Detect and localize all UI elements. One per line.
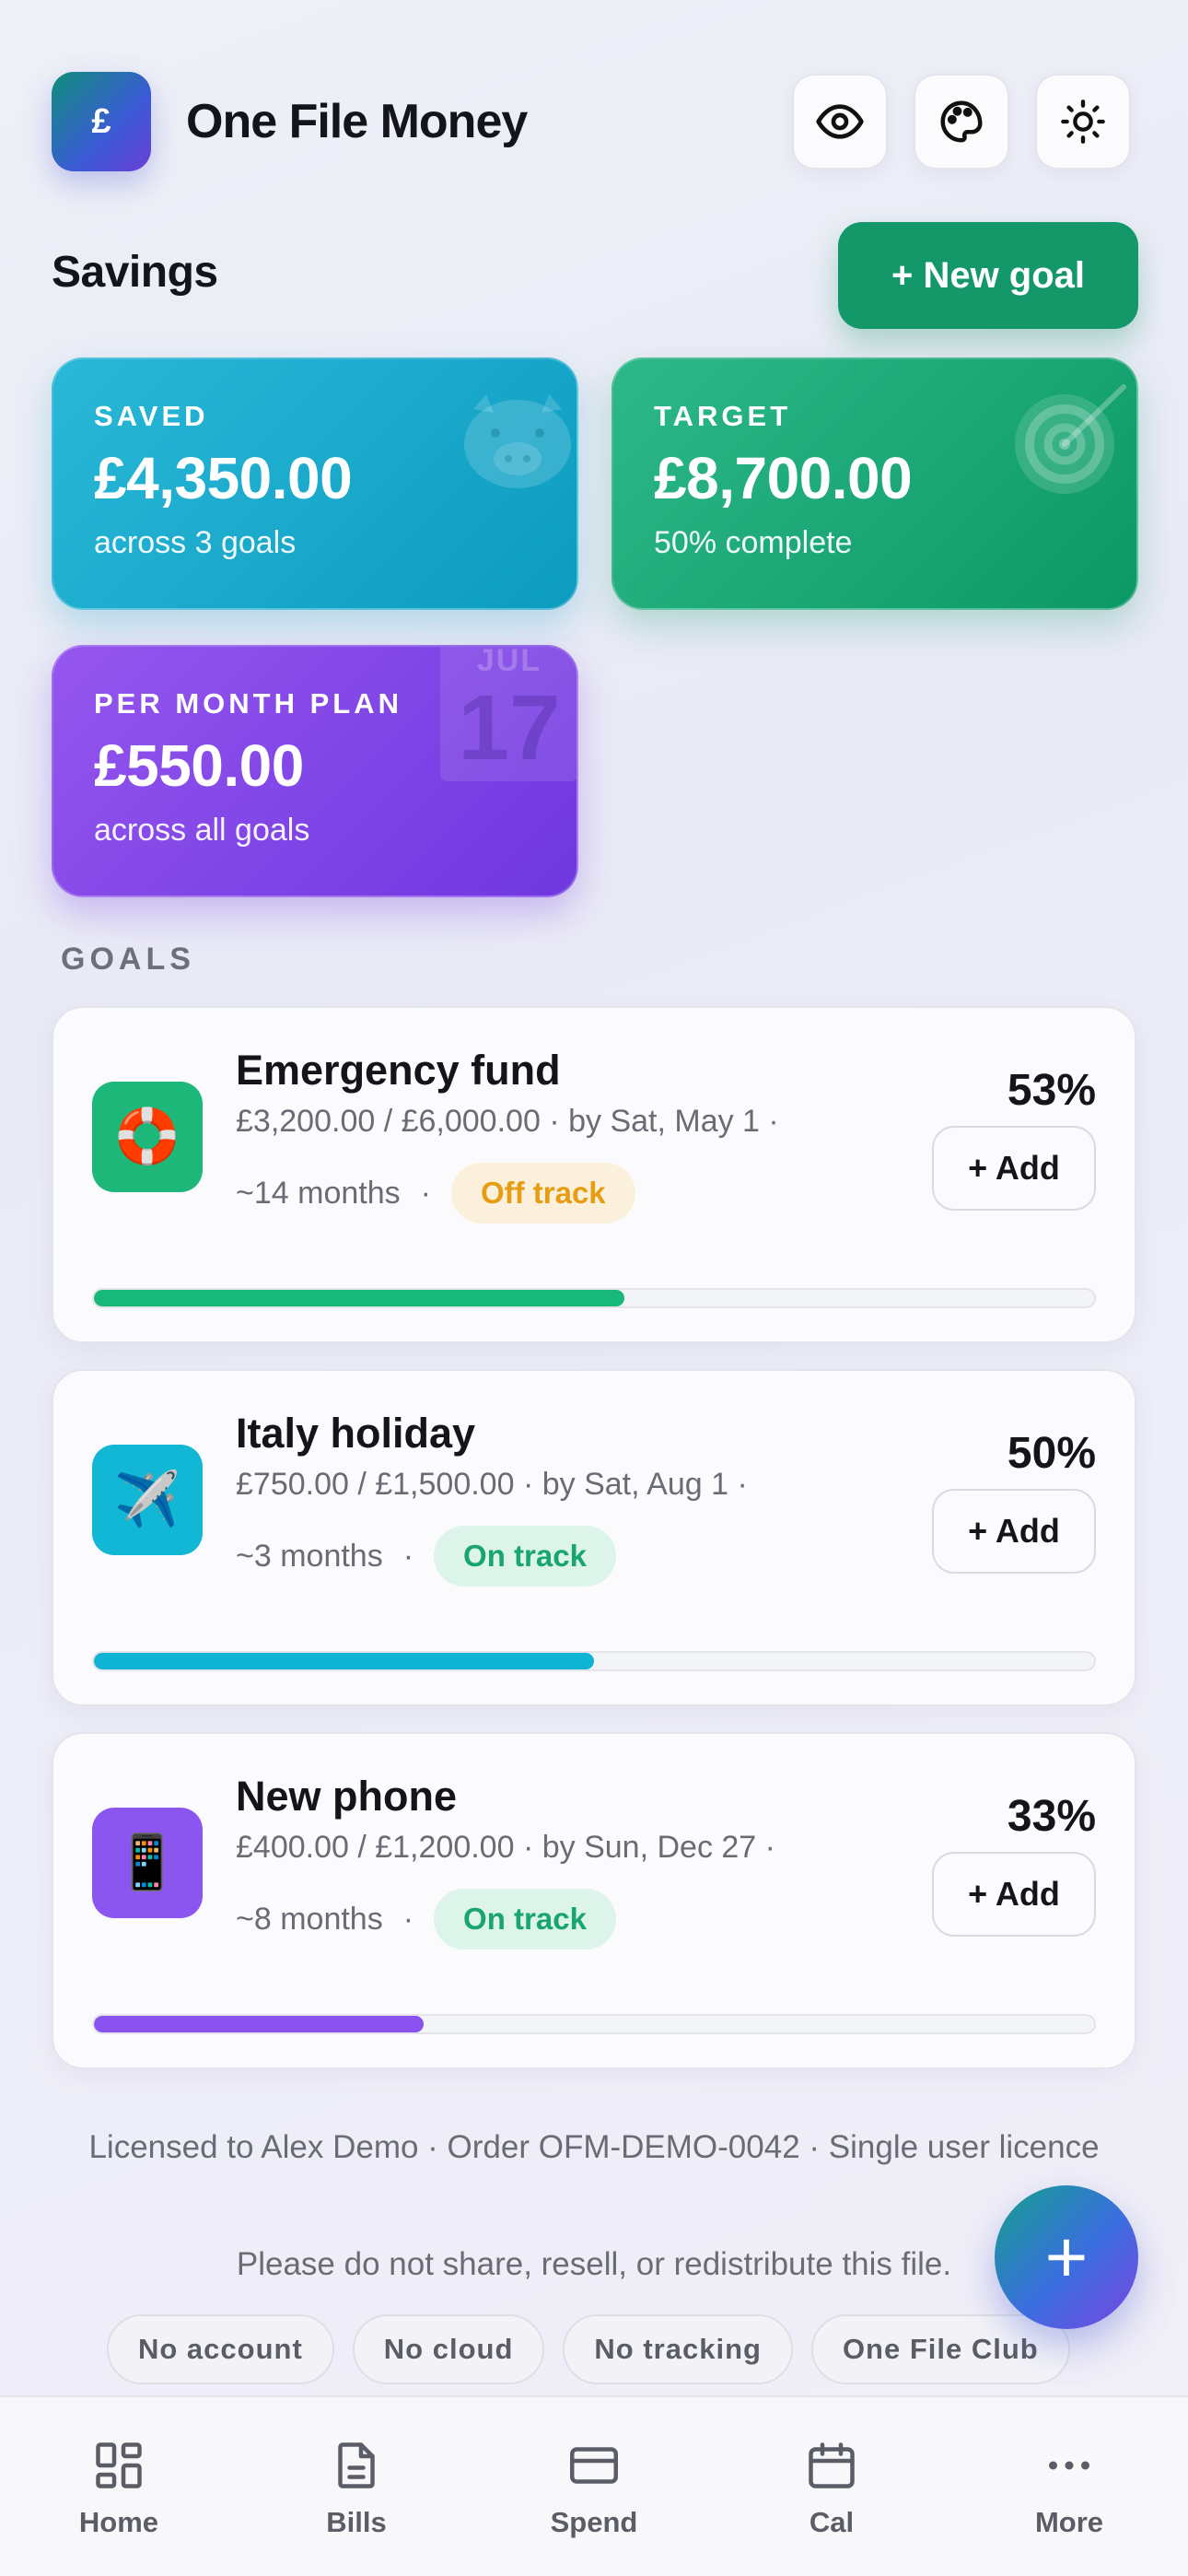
goal-progress-bar [92, 1288, 1096, 1308]
goal-percent: 50% [1007, 1429, 1096, 1478]
goal-duration: ~8 months [236, 1901, 383, 1937]
target-icon [1015, 384, 1126, 494]
goal-meta: £3,200.00 / £6,000.00 · by Sat, May 1 · [236, 1104, 779, 1140]
goal-progress-bar [92, 1651, 1096, 1671]
privacy-toggle-button[interactable] [792, 74, 888, 170]
separator: · [402, 1538, 414, 1574]
airplane-icon: ✈️ [92, 1445, 203, 1555]
nav-label: Cal [809, 2506, 855, 2538]
redistribution-warning: Please do not share, resell, or redistri… [236, 2246, 952, 2282]
goal-duration: ~3 months [236, 1538, 383, 1574]
goal-card[interactable]: ✈️ Italy holiday £750.00 / £1,500.00 · b… [52, 1369, 1136, 1706]
goal-amounts: £400.00 / £1,200.00 [236, 1830, 515, 1865]
separator: · [522, 1830, 542, 1865]
goal-percent: 53% [1007, 1066, 1096, 1115]
add-to-goal-button[interactable]: + Add [932, 1489, 1096, 1574]
goal-name: Italy holiday [236, 1410, 476, 1457]
goal-meta-line2: ~3 months · On track [236, 1526, 616, 1587]
nav-label: Spend [550, 2506, 638, 2538]
goal-name: New phone [236, 1773, 458, 1820]
chip-one-file-club[interactable]: One File Club [810, 2314, 1070, 2384]
nav-home[interactable]: Home [0, 2397, 238, 2576]
section-title: Savings [52, 248, 218, 297]
status-badge: On track [434, 1526, 616, 1587]
status-badge: On track [434, 1889, 616, 1950]
chip-no-account: No account [107, 2314, 334, 2384]
goals-section-label: GOALS [61, 942, 195, 977]
status-badge: Off track [450, 1163, 635, 1224]
goal-name: Emergency fund [236, 1047, 561, 1094]
goal-duration: ~14 months [236, 1175, 401, 1211]
grid-icon [96, 2442, 142, 2488]
goal-meta-line2: ~14 months · Off track [236, 1163, 635, 1224]
phone-icon: 📱 [92, 1808, 203, 1918]
sun-icon [1061, 100, 1105, 144]
nav-label: Home [78, 2506, 159, 2538]
stat-subtext: across 3 goals [94, 525, 297, 560]
header-actions [792, 74, 1131, 170]
goal-progress-fill [94, 2016, 425, 2032]
goal-progress-bar [92, 2014, 1096, 2034]
calendar-icon [809, 2442, 855, 2488]
separator: · [768, 1104, 779, 1139]
eye-icon [816, 104, 864, 139]
target-stat-card: TARGET £8,700.00 50% complete [611, 357, 1138, 610]
goal-progress-fill [94, 1290, 624, 1306]
lifebuoy-icon: 🛟 [92, 1082, 203, 1192]
new-goal-button[interactable]: + New goal [838, 222, 1138, 329]
goal-meta: £400.00 / £1,200.00 · by Sun, Dec 27 · [236, 1830, 775, 1866]
stat-subtext: 50% complete [654, 525, 853, 560]
monthly-plan-stat-card: JUL 17 PER MONTH PLAN £550.00 across all… [52, 645, 578, 897]
separator: · [764, 1830, 775, 1865]
light-mode-button[interactable] [1035, 74, 1131, 170]
license-text: Licensed to Alex Demo · Order OFM-DEMO-0… [88, 2129, 1100, 2165]
theme-palette-button[interactable] [914, 74, 1009, 170]
goal-due-date: by Sat, Aug 1 [542, 1467, 728, 1502]
goal-due-date: by Sun, Dec 27 [542, 1830, 757, 1865]
app-logo: £ [52, 72, 151, 171]
nav-cal[interactable]: Cal [713, 2397, 950, 2576]
goal-progress-fill [94, 1653, 594, 1669]
separator: · [420, 1175, 431, 1211]
separator: · [737, 1467, 748, 1502]
document-icon [338, 2442, 375, 2488]
saved-stat-card: SAVED £4,350.00 across 3 goals [52, 357, 578, 610]
savings-page: £ One File Money Savings + New goal SAVE… [0, 0, 1188, 2576]
add-floating-button[interactable]: + [995, 2185, 1138, 2329]
more-icon [1049, 2461, 1089, 2470]
stat-label: PER MONTH PLAN [94, 687, 402, 720]
chip-no-cloud: No cloud [352, 2314, 545, 2384]
nav-bills[interactable]: Bills [238, 2397, 475, 2576]
chip-no-tracking: No tracking [563, 2314, 793, 2384]
goal-percent: 33% [1007, 1792, 1096, 1841]
app-header: £ One File Money [52, 72, 1131, 171]
add-to-goal-button[interactable]: + Add [932, 1126, 1096, 1211]
palette-icon [940, 100, 983, 143]
separator: · [402, 1901, 414, 1937]
app-title: One File Money [186, 95, 528, 148]
stat-subtext: across all goals [94, 813, 310, 848]
feature-chips: No account No cloud No tracking One File… [107, 2314, 1070, 2384]
separator: · [522, 1467, 542, 1502]
goal-amounts: £750.00 / £1,500.00 [236, 1467, 515, 1502]
separator: · [549, 1104, 569, 1139]
nav-label: More [1034, 2506, 1104, 2538]
add-to-goal-button[interactable]: + Add [932, 1852, 1096, 1937]
goal-due-date: by Sat, May 1 [568, 1104, 760, 1139]
goal-meta: £750.00 / £1,500.00 · by Sat, Aug 1 · [236, 1467, 748, 1503]
goal-meta-line2: ~8 months · On track [236, 1889, 616, 1950]
nav-more[interactable]: More [950, 2397, 1188, 2576]
nav-label: Bills [326, 2506, 387, 2538]
goal-amounts: £3,200.00 / £6,000.00 [236, 1104, 541, 1139]
bottom-nav: Home Bills Spend Cal More [0, 2395, 1188, 2576]
goal-card[interactable]: 🛟 Emergency fund £3,200.00 / £6,000.00 ·… [52, 1006, 1136, 1343]
calendar-month: JUL [476, 645, 542, 678]
nav-spend[interactable]: Spend [475, 2397, 713, 2576]
stat-value: £550.00 [94, 732, 304, 799]
card-icon [570, 2447, 618, 2484]
goal-card[interactable]: 📱 New phone £400.00 / £1,200.00 · by Sun… [52, 1732, 1136, 2069]
piggy-bank-icon [464, 394, 571, 488]
